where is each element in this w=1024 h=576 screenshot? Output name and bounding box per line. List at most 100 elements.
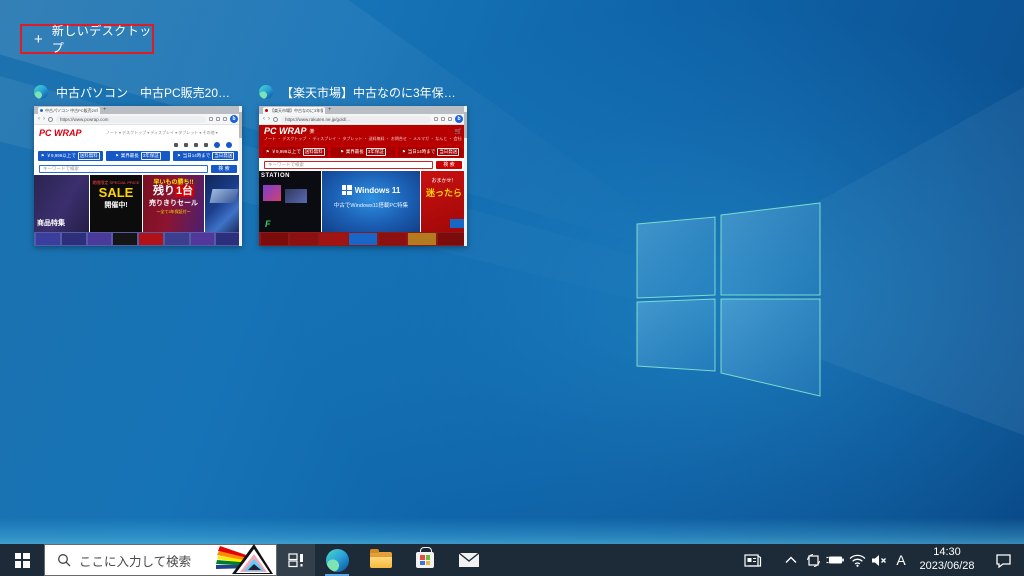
banner-badge: 3年保証 bbox=[366, 148, 386, 156]
site-search-row: キーワードで検索 検 索 bbox=[34, 162, 242, 175]
forward-icon: › bbox=[268, 116, 270, 122]
refresh-icon bbox=[48, 117, 53, 122]
taskbar-search-box[interactable]: ここに入力して検索 bbox=[44, 544, 277, 576]
site-nav: ノート ・ デスクトップ ・ ディスプレイ ・ タブレット ・ 送料無料 ・ お… bbox=[264, 136, 462, 142]
banner-same-day: ⚑ 当日14時まで 当日発送 bbox=[398, 147, 463, 157]
promo-title: Windows 11 bbox=[355, 186, 401, 195]
flag-icon: ⚑ bbox=[402, 149, 406, 154]
taskbar-clock[interactable]: 14:30 2023/06/28 bbox=[914, 546, 980, 574]
flag-icon: ⚑ bbox=[177, 153, 181, 158]
windows-logo bbox=[0, 0, 1024, 544]
promo-banners: 商品特集 期間限定 SPECIAL PRICE SALE 開催中! 早いもの勝ち… bbox=[34, 175, 242, 232]
microsoft-store-icon bbox=[416, 552, 434, 568]
banner-label: ￥9,999以上で bbox=[272, 149, 301, 155]
history-icon bbox=[184, 143, 188, 147]
edge-taskbar-button[interactable] bbox=[315, 544, 359, 576]
promo-title: STATION bbox=[261, 173, 290, 179]
mini-thumbnail bbox=[216, 233, 240, 245]
laptop-image bbox=[210, 189, 239, 203]
address-bar: https://www.rakuten.ne.jp/gold/... bbox=[281, 116, 431, 123]
banner-label: ￥9,999以上で bbox=[47, 153, 76, 159]
windows11-logo bbox=[342, 185, 352, 195]
promo-sub-text: 開催中! bbox=[90, 200, 142, 210]
file-explorer-button[interactable] bbox=[359, 544, 403, 576]
promo-image bbox=[450, 219, 464, 228]
battery-charging-icon bbox=[826, 554, 844, 566]
promo-omakase: おまかせ！ 迷ったら bbox=[421, 171, 467, 232]
window-thumbnail-pcwrap[interactable]: 中古パソコン 中古PC販売20年以... 中古パソコン 中古PC販売20年...… bbox=[34, 84, 242, 246]
back-icon: ‹ bbox=[263, 116, 265, 122]
battery-tray-button[interactable] bbox=[824, 544, 846, 576]
window-snapshot[interactable]: 中古パソコン 中古PC販売20年... + ‹ › https://www.pc… bbox=[34, 106, 242, 246]
extensions-icon bbox=[434, 117, 438, 121]
banner-warranty: ⚑ 業界最長 3年保証 bbox=[331, 147, 396, 157]
mini-thumbnail bbox=[165, 233, 189, 245]
page-scrollbar[interactable] bbox=[464, 106, 467, 246]
ime-indicator[interactable]: A bbox=[890, 544, 912, 576]
banner-badge: 当日発送 bbox=[212, 152, 234, 160]
mini-thumbnail bbox=[379, 233, 406, 245]
banner-free-shipping: ⚑ ￥9,999以上で 送料無料 bbox=[38, 151, 103, 161]
edge-icon bbox=[259, 85, 273, 99]
new-desktop-button[interactable]: + 新しいデスクトップ bbox=[22, 26, 152, 52]
banner-same-day: ⚑ 当日14時まで 当日発送 bbox=[173, 151, 238, 161]
clock-date: 2023/06/28 bbox=[914, 560, 980, 574]
window-thumbnails: 中古パソコン 中古PC販売20年以... 中古パソコン 中古PC販売20年...… bbox=[34, 84, 467, 246]
tablet-mode-tray-button[interactable] bbox=[802, 544, 824, 576]
wifi-tray-button[interactable] bbox=[846, 544, 868, 576]
favicon bbox=[265, 109, 268, 112]
favicon bbox=[40, 109, 43, 112]
promo-sub-text: 中古でWindows11搭載PC特集 bbox=[322, 201, 420, 209]
promo-logo: F bbox=[265, 219, 271, 229]
extensions-icon bbox=[209, 117, 213, 121]
flag-icon: ⚑ bbox=[340, 149, 344, 154]
account-icon bbox=[174, 143, 178, 147]
promo-last-one: 早いもの勝ち!! 残り1台 売りきりセール 〜全て3年保証付〜 bbox=[143, 175, 204, 232]
mini-thumbnail bbox=[349, 233, 376, 245]
volume-tray-button[interactable] bbox=[868, 544, 890, 576]
settings-icon bbox=[223, 117, 227, 121]
desktop-wallpaper bbox=[0, 0, 1024, 544]
mini-thumbnail bbox=[290, 233, 317, 245]
new-desktop-label: 新しいデスクトップ bbox=[52, 22, 152, 56]
browser-tab: 中古パソコン 中古PC販売20年... bbox=[38, 107, 100, 114]
site-search-button: 検 索 bbox=[211, 165, 237, 173]
news-and-interests-button[interactable] bbox=[742, 544, 764, 576]
search-highlight-prism-icon bbox=[216, 543, 274, 575]
action-center-button[interactable] bbox=[992, 544, 1014, 576]
site-nav: ノート ▾ デスクトップ ▾ ディスプレイ ▾ タブレット ▾ その他 ▾ bbox=[87, 130, 238, 136]
new-tab-icon: + bbox=[103, 107, 107, 114]
start-button[interactable] bbox=[0, 544, 44, 576]
promo-image bbox=[263, 185, 281, 201]
site-search-row: キーワードで検索 検 索 bbox=[259, 158, 467, 171]
forward-icon: › bbox=[43, 116, 45, 122]
refresh-icon bbox=[273, 117, 278, 122]
chevron-up-icon bbox=[785, 556, 797, 564]
taskbar: ここに入力して検索 bbox=[0, 544, 1024, 576]
help-icon bbox=[226, 142, 232, 148]
bing-chat-icon: b bbox=[455, 115, 463, 123]
promo-banners: STATION F Windows 11 中古でWindows11搭載PC特集 bbox=[259, 171, 467, 232]
user-icon bbox=[204, 143, 208, 147]
mini-thumbnail-strip bbox=[34, 232, 242, 246]
address-bar: https://www.pcwrap.com bbox=[56, 116, 206, 123]
favorites-icon bbox=[216, 117, 220, 121]
search-placeholder: ここに入力して検索 bbox=[79, 551, 191, 570]
mail-button[interactable] bbox=[447, 544, 491, 576]
favorites-icon bbox=[441, 117, 445, 121]
microsoft-store-button[interactable] bbox=[403, 544, 447, 576]
back-icon: ‹ bbox=[38, 116, 40, 122]
window-thumbnail-rakuten[interactable]: 【楽天市場】中古なのに3年保証！楽... 【楽天市場】中古なのに3年保... +… bbox=[259, 84, 467, 246]
banner-free-shipping: ⚑ ￥9,999以上で 送料無料 bbox=[263, 147, 328, 157]
show-hidden-icons-button[interactable] bbox=[780, 544, 802, 576]
page-scrollbar[interactable] bbox=[239, 106, 242, 246]
rakuten-mark: 楽 bbox=[310, 128, 315, 135]
tab-title: 【楽天市場】中古なのに3年保... bbox=[270, 108, 323, 114]
window-snapshot[interactable]: 【楽天市場】中古なのに3年保... + ‹ › https://www.raku… bbox=[259, 106, 467, 246]
promo-big-text: SALE bbox=[90, 186, 142, 200]
promo-image bbox=[285, 189, 307, 203]
file-explorer-icon bbox=[370, 552, 392, 568]
site-logo: PC WRAP bbox=[39, 128, 82, 138]
browser-tabstrip: 中古パソコン 中古PC販売20年... + bbox=[34, 106, 242, 114]
task-view-button[interactable] bbox=[277, 544, 315, 576]
